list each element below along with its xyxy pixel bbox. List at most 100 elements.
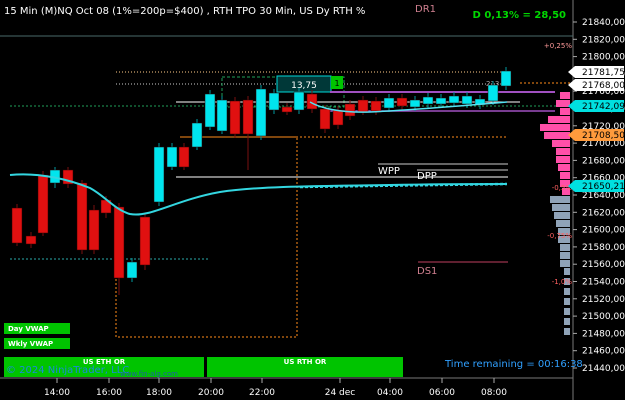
chart-background [0, 0, 625, 400]
candle-body [409, 99, 421, 108]
candle-body [461, 95, 473, 105]
tpo-bar [558, 164, 570, 171]
price-marker-label: 21708,50 [582, 131, 625, 141]
pct-plus-025: +0,25% [544, 42, 572, 50]
price-tick-label: 21580,00 [582, 243, 625, 253]
wkly-vwap-button-label: Wkly VWAP [8, 340, 53, 348]
price-tick-label: 21680,00 [582, 156, 625, 166]
tpo-bar [560, 252, 570, 259]
time-tick-label: 24 dec [325, 388, 356, 398]
candle-body [88, 209, 100, 251]
day-vwap-button-label: Day VWAP [8, 325, 49, 333]
time-tick-label: 18:00 [146, 388, 172, 398]
wpp-label: WPP [378, 166, 400, 177]
candle-body [293, 91, 305, 111]
candle-body [396, 97, 408, 107]
candle-body [37, 174, 49, 234]
price-tick-label: 21640,00 [582, 191, 625, 201]
tpo-bar [552, 204, 570, 211]
price-tick-label: 21460,00 [582, 347, 625, 357]
price-tick-label: 21820,00 [582, 35, 625, 45]
dpp-label: DPP [417, 171, 437, 182]
candle-body [139, 216, 151, 266]
dr1-label: DR1 [415, 4, 436, 15]
candle-body [229, 100, 241, 135]
tpo-bar [564, 298, 570, 305]
watermark: www.fin-alg.com [120, 370, 178, 378]
tpo-bar [552, 140, 570, 147]
pct-minus-075: -0,75% [547, 232, 572, 240]
time-tick-label: 16:00 [96, 388, 122, 398]
candle-body [113, 206, 125, 279]
candle-body [332, 109, 344, 126]
candle-body [126, 261, 138, 279]
price-tick-label: 21620,00 [582, 208, 625, 218]
price-tick-label: 21540,00 [582, 278, 625, 288]
price-tick-label: 21600,00 [582, 226, 625, 236]
us-rth-or-label: US RTH OR [284, 358, 327, 366]
time-tick-label: 20:00 [198, 388, 224, 398]
tpo-bar [564, 268, 570, 275]
price-marker-label: 21742,09 [582, 102, 625, 112]
candle-body [268, 92, 280, 111]
price-tick-label: 21500,00 [582, 312, 625, 322]
candle-body [204, 93, 216, 128]
tpo-bar [560, 244, 570, 251]
time-tick-label: 06:00 [429, 388, 455, 398]
price-tick-label: 21800,00 [582, 53, 625, 63]
candle-body [216, 99, 228, 132]
candle-body [500, 70, 512, 87]
price-marker-label: 21650,21 [582, 182, 625, 192]
tpo-bar [560, 92, 570, 99]
candle-body [422, 96, 434, 105]
tpo-bar [540, 124, 570, 131]
tpo-bar [556, 148, 570, 155]
tpo-bar [560, 108, 570, 115]
tpo-bar [564, 328, 570, 335]
tpo-bar [564, 318, 570, 325]
candle-body [166, 146, 178, 168]
candle-body [255, 88, 267, 137]
candle-body [306, 93, 318, 110]
tpo-bar [556, 220, 570, 227]
tpo-bar [554, 212, 570, 219]
candle-body [281, 106, 293, 113]
candle-body [448, 95, 460, 104]
tpo-bar [548, 116, 570, 123]
price-marker-label: 21781,75 [582, 68, 625, 78]
tpo-bar [550, 196, 570, 203]
copyright: © 2024 NinjaTrader, LLC [6, 365, 129, 376]
candle-body [11, 207, 23, 244]
candle-body [76, 182, 88, 251]
tpo-bar [560, 260, 570, 267]
candle-body [242, 99, 254, 135]
candle-body [153, 146, 165, 203]
green-marker-label: 1 [334, 79, 339, 88]
candle-body [487, 84, 499, 102]
ds1-label: DS1 [417, 266, 437, 277]
tpo-bar [560, 172, 570, 179]
chart-title: 15 Min (M)NQ Oct 08 (1%=200p=$400) , RTH… [4, 6, 365, 17]
tpo-bar [564, 308, 570, 315]
candle-body [370, 100, 382, 112]
time-tick-label: 22:00 [249, 388, 275, 398]
price-tick-label: 21480,00 [582, 329, 625, 339]
tpo-bar [544, 132, 570, 139]
candle-body [383, 97, 395, 109]
candle-body [344, 103, 356, 117]
price-tick-label: 21560,00 [582, 260, 625, 270]
chart-canvas[interactable]: 15 Min (M)NQ Oct 08 (1%=200p=$400) , RTH… [0, 0, 625, 400]
range-box-value: 13,75 [291, 81, 317, 91]
tpo-bar [556, 156, 570, 163]
candle-body [319, 108, 331, 130]
time-tick-label: 14:00 [44, 388, 70, 398]
time-tick-label: 08:00 [481, 388, 507, 398]
pct-minus-1: -1,0% [552, 278, 573, 286]
delta-readout: D 0,13% = 28,50 [473, 10, 566, 21]
tpo-bar [564, 288, 570, 295]
price-tick-label: 21440,00 [582, 364, 625, 374]
candle-body [357, 99, 369, 113]
candle-body [25, 235, 37, 245]
candle-body [435, 97, 447, 105]
price-tick-label: 21520,00 [582, 295, 625, 305]
